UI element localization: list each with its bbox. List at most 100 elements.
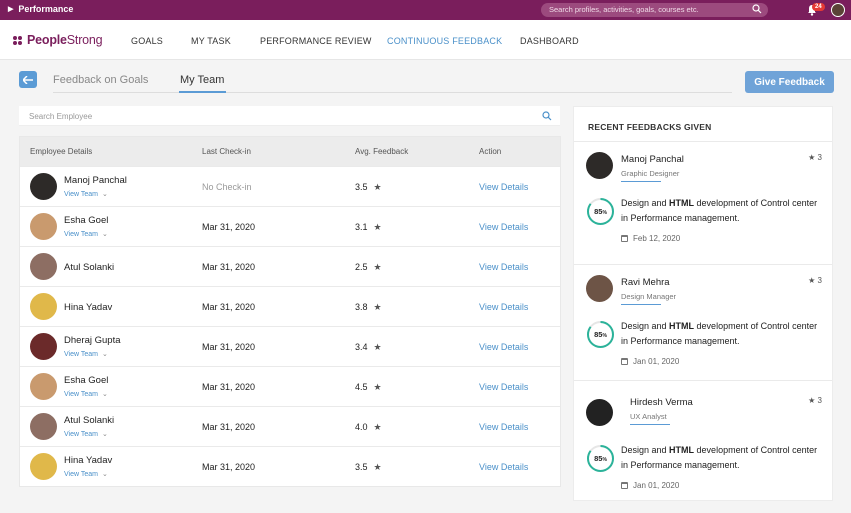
table-row: Manoj Panchal View Team ⌄ No Check-in 3.5… [20, 166, 560, 206]
feedback-card[interactable]: Manoj Panchal Graphic Designer ★ 3 85% D… [574, 141, 832, 264]
header-last-checkin: Last Check-in [202, 147, 251, 156]
nav-dashboard[interactable]: DASHBOARD [520, 36, 579, 46]
feedback-description: Design and HTML development of Control c… [621, 443, 821, 472]
view-details-link[interactable]: View Details [479, 222, 528, 232]
feedback-recipient-name: Hirdesh Verma [630, 397, 693, 408]
view-team-label: View Team [64, 471, 98, 478]
last-checkin: Mar 31, 2020 [202, 422, 256, 432]
feedback-recipient-role: UX Analyst [630, 412, 667, 421]
view-team-link[interactable]: View Team ⌄ [64, 390, 108, 398]
table-body: Manoj Panchal View Team ⌄ No Check-in 3.5… [20, 166, 560, 486]
nav-performance-review[interactable]: PERFORMANCE REVIEW [260, 36, 372, 46]
table-row: Atul Solanki Mar 31, 2020 2.5 ★ View Deta… [20, 246, 560, 286]
avg-feedback: 4.5 ★ [355, 382, 382, 393]
view-details-link[interactable]: View Details [479, 382, 528, 392]
avg-feedback: 3.5 ★ [355, 182, 382, 193]
avg-feedback: 3.1 ★ [355, 222, 382, 233]
feedback-date: Jan 01, 2020 [621, 481, 679, 490]
avg-feedback-value: 3.5 [355, 182, 368, 192]
progress-percent: 85% [594, 207, 607, 216]
chevron-down-icon: ⌄ [101, 431, 108, 438]
star-icon: ★ [808, 276, 816, 285]
view-team-link[interactable]: View Team ⌄ [64, 190, 108, 198]
avatar [30, 413, 57, 440]
name-underline [621, 304, 661, 305]
back-button[interactable] [19, 71, 37, 88]
search-icon[interactable] [542, 111, 552, 121]
feedback-card[interactable]: Ravi Mehra Design Manager ★ 3 85% Design… [574, 264, 832, 380]
header-employee-details: Employee Details [30, 147, 93, 156]
employee-name: Atul Solanki [64, 262, 115, 273]
feedback-card[interactable]: Hirdesh Verma UX Analyst ★ 3 85% Design … [574, 380, 832, 502]
desc-bold: HTML [669, 321, 695, 331]
user-avatar[interactable] [831, 3, 845, 17]
avatar [30, 213, 57, 240]
star-icon: ★ [373, 222, 382, 232]
view-details-link[interactable]: View Details [479, 182, 528, 192]
feedback-date: Jan 01, 2020 [621, 357, 679, 366]
view-details-link[interactable]: View Details [479, 342, 528, 352]
star-icon: ★ [373, 462, 382, 472]
view-details-link[interactable]: View Details [479, 262, 528, 272]
table-row: Atul Solanki View Team ⌄ Mar 31, 2020 4.0… [20, 406, 560, 446]
nav-my-task[interactable]: MY TASK [191, 36, 231, 46]
view-team-label: View Team [64, 231, 98, 238]
employee-name: Dheraj Gupta [64, 335, 121, 346]
brand-mark-icon [13, 35, 22, 45]
employee-search [19, 106, 560, 126]
view-details-link[interactable]: View Details [479, 462, 528, 472]
feedback-recipient-name: Ravi Mehra [621, 277, 670, 288]
avatar [30, 333, 57, 360]
tab-feedback-on-goals[interactable]: Feedback on Goals [53, 74, 148, 86]
global-search-placeholder: Search profiles, activities, goals, cour… [549, 5, 699, 14]
chevron-down-icon: ⌄ [101, 231, 108, 238]
brand-name-bold: People [27, 33, 67, 47]
view-team-label: View Team [64, 431, 98, 438]
view-team-link[interactable]: View Team ⌄ [64, 430, 108, 438]
feedback-date: Feb 12, 2020 [621, 234, 680, 243]
calendar-icon [621, 358, 628, 365]
employee-name: Esha Goel [64, 215, 109, 226]
name-underline [621, 181, 661, 182]
search-icon[interactable] [752, 4, 762, 14]
global-search[interactable]: Search profiles, activities, goals, cour… [541, 3, 768, 17]
brand-logo[interactable]: PeopleStrong [12, 33, 103, 47]
feedback-stars-value: 3 [817, 396, 822, 405]
avg-feedback: 2.5 ★ [355, 262, 382, 273]
app-switcher[interactable]: ▶ Performance [8, 4, 73, 14]
back-arrow-icon [23, 75, 33, 84]
avatar [586, 152, 613, 179]
caret-right-icon: ▶ [8, 6, 14, 13]
employee-name: Hina Yadav [64, 302, 113, 313]
table-row: Hina Yadav Mar 31, 2020 3.8 ★ View Detail… [20, 286, 560, 326]
avatar [30, 253, 57, 280]
give-feedback-button[interactable]: Give Feedback [745, 71, 834, 93]
avg-feedback-value: 3.4 [355, 342, 368, 352]
avatar [30, 173, 57, 200]
last-checkin: Mar 31, 2020 [202, 302, 256, 312]
nav-goals[interactable]: GOALS [131, 36, 163, 46]
employee-search-input[interactable] [19, 107, 560, 126]
nav-continuous-feedback[interactable]: CONTINUOUS FEEDBACK [387, 36, 502, 46]
view-team-label: View Team [64, 191, 98, 198]
employee-name: Hina Yadav [64, 455, 113, 466]
avatar [30, 293, 57, 320]
last-checkin: Mar 31, 2020 [202, 462, 256, 472]
table-header: Employee Details Last Check-in Avg. Feed… [20, 137, 560, 166]
view-details-link[interactable]: View Details [479, 302, 528, 312]
avatar [586, 275, 613, 302]
star-icon: ★ [373, 382, 382, 392]
last-checkin: Mar 31, 2020 [202, 382, 256, 392]
tab-my-team[interactable]: My Team [180, 74, 224, 86]
feedback-stars: ★ 3 [808, 396, 822, 405]
desc-text: Design and [621, 321, 670, 331]
chevron-down-icon: ⌄ [101, 391, 108, 398]
view-team-link[interactable]: View Team ⌄ [64, 470, 108, 478]
feedback-recipient-role: Graphic Designer [621, 169, 680, 178]
view-team-link[interactable]: View Team ⌄ [64, 350, 108, 358]
notification-badge: 24 [812, 3, 825, 11]
active-tab-indicator [179, 91, 226, 93]
view-details-link[interactable]: View Details [479, 422, 528, 432]
view-team-link[interactable]: View Team ⌄ [64, 230, 108, 238]
last-checkin: Mar 31, 2020 [202, 222, 256, 232]
